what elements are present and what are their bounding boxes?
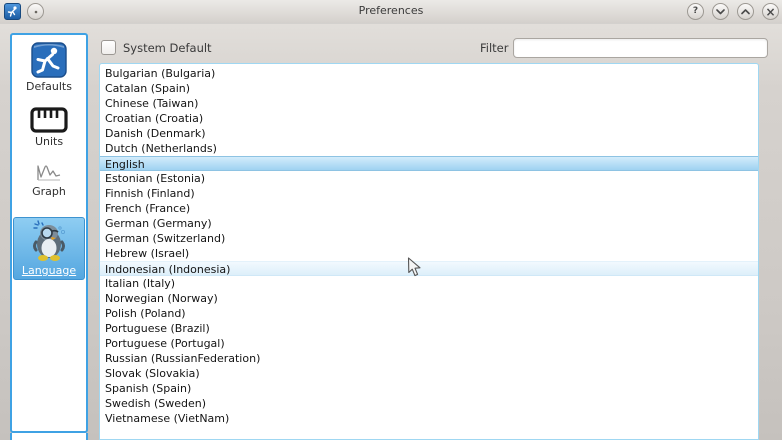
language-list-item[interactable]: Chinese (Taiwan) (100, 96, 758, 111)
roll-down-button[interactable] (712, 3, 729, 20)
filter-input[interactable] (513, 38, 768, 58)
language-list-item[interactable]: German (Switzerland) (100, 231, 758, 246)
chevron-down-icon (716, 9, 725, 15)
sidebar-item-language[interactable]: Language (13, 217, 85, 280)
sidebar-item-label: Units (35, 135, 63, 148)
sidebar-item-label: Language (22, 264, 76, 277)
language-list-item[interactable]: French (France) (100, 201, 758, 216)
help-button[interactable]: ? (687, 3, 704, 20)
language-list-item[interactable]: Portuguese (Brazil) (100, 321, 758, 336)
language-list-item[interactable]: Italian (Italy) (100, 276, 758, 291)
language-list-item[interactable]: Estonian (Estonia) (100, 171, 758, 186)
dive-profile-icon (36, 163, 62, 183)
sidebar-item-graph[interactable]: Graph (14, 159, 84, 201)
language-list-item[interactable]: Bulgarian (Bulgaria) (100, 66, 758, 81)
sidebar-item-units[interactable]: Units (14, 103, 84, 151)
sidebar-item-label: Graph (32, 185, 66, 198)
system-default-label: System Default (123, 41, 212, 55)
ruler-icon (30, 107, 68, 133)
language-list-item[interactable]: English (100, 156, 758, 171)
language-list-item[interactable]: Croatian (Croatia) (100, 111, 758, 126)
close-button[interactable]: × (762, 3, 779, 20)
question-mark-icon: ? (693, 7, 698, 16)
system-default-checkbox[interactable] (101, 40, 116, 55)
language-list-item[interactable]: Slovak (Slovakia) (100, 366, 758, 381)
diver-icon (31, 42, 67, 78)
preferences-window: Preferences ? × Defaul (0, 0, 782, 440)
language-list-item[interactable]: Danish (Denmark) (100, 126, 758, 141)
filter-label: Filter (480, 41, 508, 55)
language-list-item[interactable]: Indonesian (Indonesia) (100, 261, 758, 276)
roll-up-button[interactable] (737, 3, 754, 20)
penguin-icon (27, 220, 71, 262)
language-list-item[interactable]: Spanish (Spain) (100, 381, 758, 396)
language-list[interactable]: Bulgarian (Bulgaria)Catalan (Spain)Chine… (99, 63, 759, 440)
language-list-item[interactable]: Polish (Poland) (100, 306, 758, 321)
sidebar-item-label: Defaults (26, 80, 72, 93)
window-title: Preferences (0, 4, 782, 17)
language-list-item[interactable]: Russian (RussianFederation) (100, 351, 758, 366)
language-list-item[interactable]: Finnish (Finland) (100, 186, 758, 201)
language-list-item[interactable]: Portuguese (Portugal) (100, 336, 758, 351)
titlebar[interactable]: Preferences ? × (0, 0, 782, 24)
sidebar-bottom-extension (10, 433, 88, 440)
chevron-up-icon (741, 9, 750, 15)
sidebar-item-defaults[interactable]: Defaults (14, 39, 84, 95)
language-list-item[interactable]: Catalan (Spain) (100, 81, 758, 96)
language-list-item[interactable]: Dutch (Netherlands) (100, 141, 758, 156)
language-list-item[interactable]: Swedish (Sweden) (100, 396, 758, 411)
language-list-item[interactable]: Hebrew (Israel) (100, 246, 758, 261)
language-list-item[interactable]: German (Germany) (100, 216, 758, 231)
language-list-item[interactable]: Vietnamese (VietNam) (100, 411, 758, 426)
category-sidebar: Defaults Units Graph (10, 33, 88, 433)
language-list-item[interactable]: Norwegian (Norway) (100, 291, 758, 306)
close-icon: × (765, 6, 775, 18)
